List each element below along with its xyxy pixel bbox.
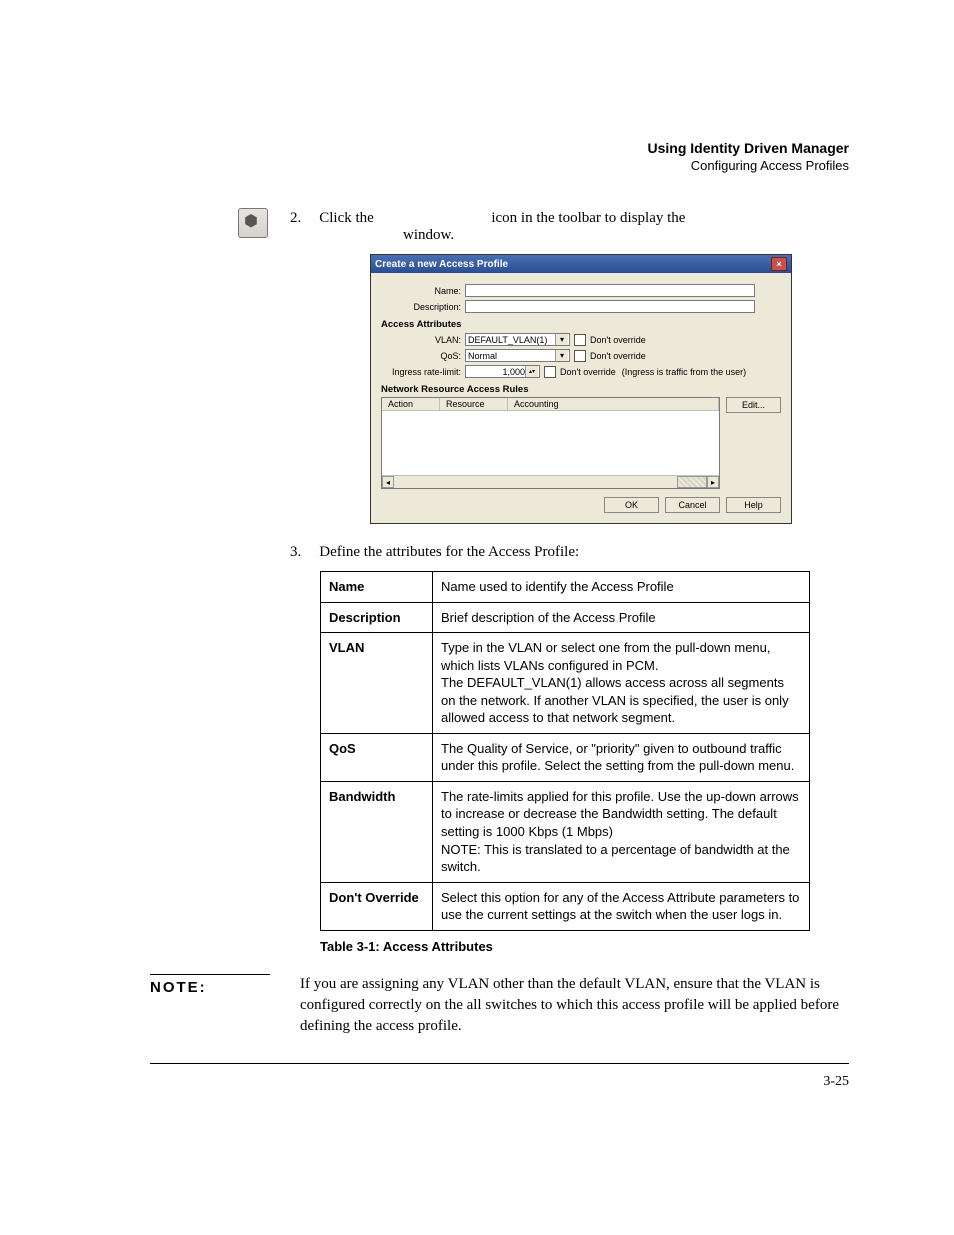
help-button[interactable]: Help [726,497,781,513]
table-row: BandwidthThe rate-limits applied for thi… [321,781,810,882]
qos-override-checkbox[interactable] [574,350,586,362]
attr-desc: The Quality of Service, or "priority" gi… [433,733,810,781]
table-row: VLANType in the VLAN or select one from … [321,633,810,734]
qos-label: QoS: [381,351,461,361]
create-access-profile-dialog: Create a new Access Profile × Name: Desc… [370,254,792,524]
close-icon[interactable]: × [771,257,787,271]
qos-override-label: Don't override [590,351,646,361]
step-number: 2. [290,210,301,227]
step-text: Define the attributes for the Access Pro… [319,544,579,561]
note-text: If you are assigning any VLAN other than… [300,974,849,1037]
attr-desc: Type in the VLAN or select one from the … [433,633,810,734]
step-number: 3. [290,544,301,561]
rate-hint: (Ingress is traffic from the user) [622,367,746,377]
attr-name: Description [321,602,433,633]
access-attributes-table: NameName used to identify the Access Pro… [320,571,810,931]
rules-list[interactable]: Action Resource Accounting ◂ ▸ [381,397,720,489]
rate-override-label: Don't override [560,367,616,377]
attr-desc: Brief description of the Access Profile [433,602,810,633]
step-3: 3. Define the attributes for the Access … [290,544,849,561]
table-row: Don't OverrideSelect this option for any… [321,882,810,930]
attr-name: QoS [321,733,433,781]
new-profile-toolbar-icon [238,208,268,238]
col-accounting: Accounting [508,398,719,410]
attr-name: Name [321,572,433,603]
edit-button[interactable]: Edit... [726,397,781,413]
rate-limit-label: Ingress rate-limit: [381,367,461,377]
step-2: 2. Click the icon in the toolbar to disp… [290,210,849,244]
note-label: NOTE: [150,974,270,996]
table-row: QoSThe Quality of Service, or "priority"… [321,733,810,781]
description-input[interactable] [465,300,755,313]
scroll-left-icon[interactable]: ◂ [382,476,394,488]
rate-limit-spinner[interactable]: 1,000 [465,365,540,378]
scroll-right-icon[interactable]: ▸ [707,476,719,488]
table-row: DescriptionBrief description of the Acce… [321,602,810,633]
vlan-override-label: Don't override [590,335,646,345]
horizontal-scrollbar[interactable]: ◂ ▸ [382,475,719,488]
col-action: Action [382,398,440,410]
dialog-titlebar: Create a new Access Profile × [371,255,791,273]
header-title: Using Identity Driven Manager [648,140,849,156]
attr-desc: Select this option for any of the Access… [433,882,810,930]
attr-name: Bandwidth [321,781,433,882]
ok-button[interactable]: OK [604,497,659,513]
table-row: NameName used to identify the Access Pro… [321,572,810,603]
description-label: Description: [381,302,461,312]
cancel-button[interactable]: Cancel [665,497,720,513]
name-input[interactable] [465,284,755,297]
attr-desc: Name used to identify the Access Profile [433,572,810,603]
col-resource: Resource [440,398,508,410]
vlan-label: VLAN: [381,335,461,345]
table-caption: Table 3-1: Access Attributes [320,939,849,954]
step-text: Click the icon in the toolbar to display… [319,210,685,244]
rules-heading: Network Resource Access Rules [381,384,781,395]
page-number: 3-25 [150,1074,849,1090]
rate-override-checkbox[interactable] [544,366,556,378]
header-subtitle: Configuring Access Profiles [648,158,849,173]
attr-name: Don't Override [321,882,433,930]
qos-combo[interactable]: Normal [465,349,570,362]
access-attributes-heading: Access Attributes [381,319,781,330]
attr-desc: The rate-limits applied for this profile… [433,781,810,882]
attr-name: VLAN [321,633,433,734]
footer-rule [150,1063,849,1064]
dialog-title: Create a new Access Profile [375,259,508,270]
vlan-combo[interactable]: DEFAULT_VLAN(1) [465,333,570,346]
name-label: Name: [381,286,461,296]
page-header: Using Identity Driven Manager Configurin… [648,140,849,173]
note-block: NOTE: If you are assigning any VLAN othe… [150,974,849,1037]
vlan-override-checkbox[interactable] [574,334,586,346]
